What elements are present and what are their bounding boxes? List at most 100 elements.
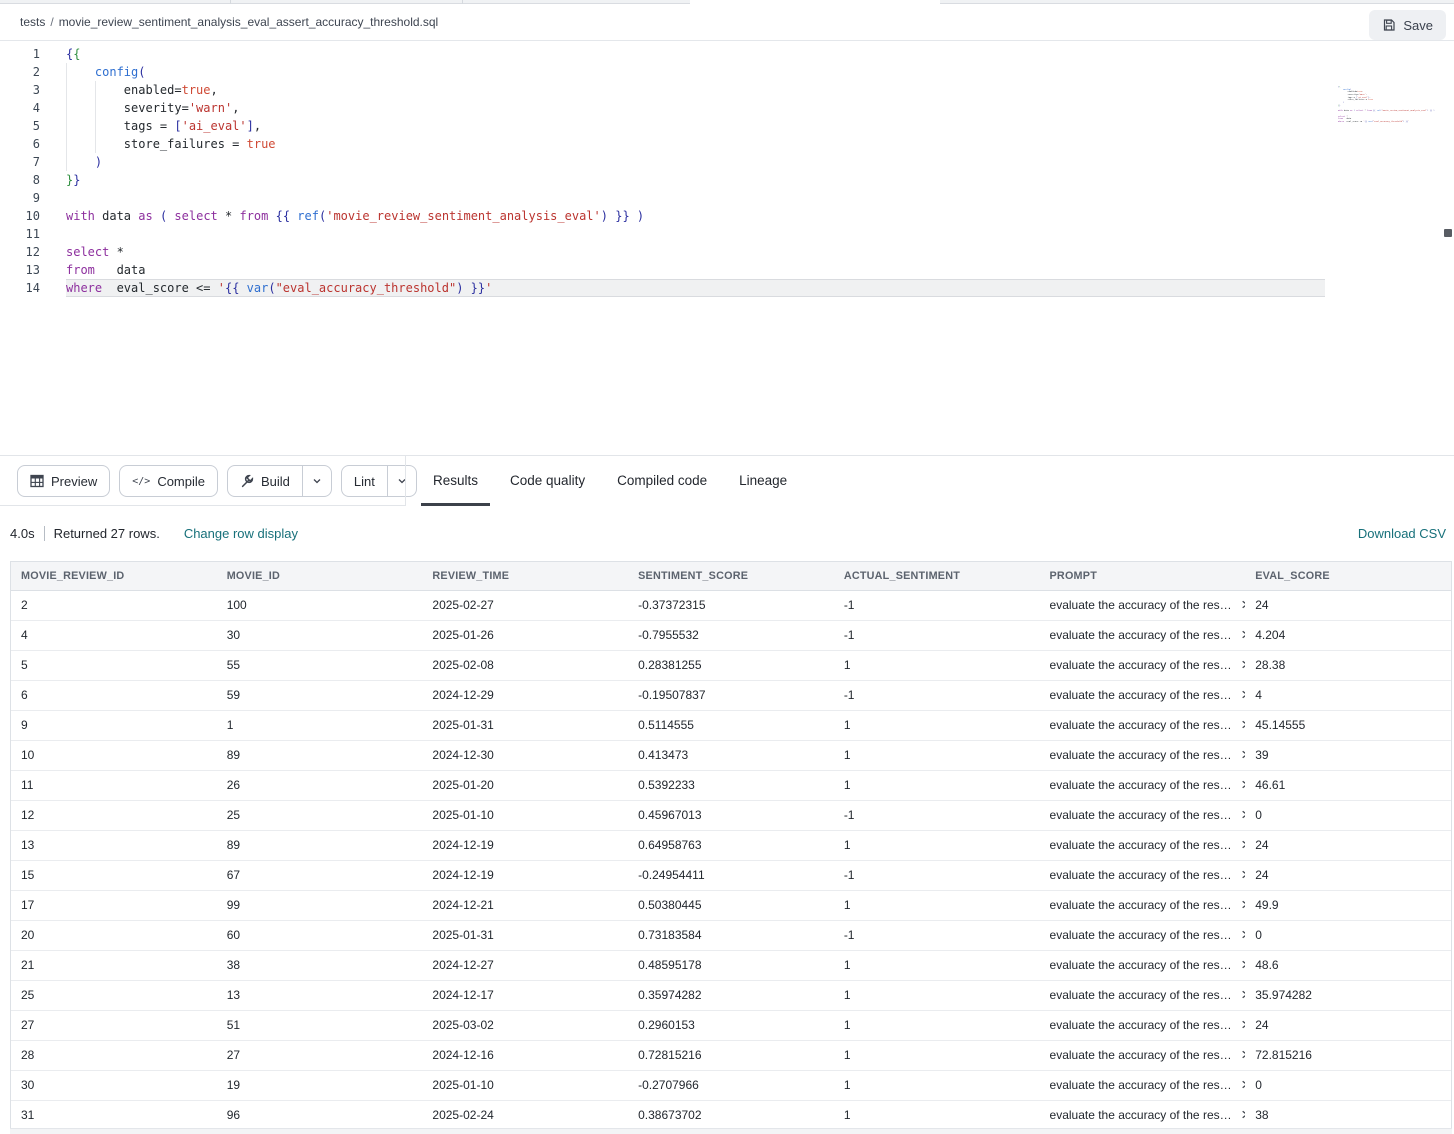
download-csv-link[interactable]: Download CSV (1358, 506, 1446, 561)
cell: 5 (11, 650, 217, 680)
expand-cell-icon[interactable] (1239, 1079, 1246, 1090)
code-line[interactable]: 11 (0, 225, 1325, 243)
code-line[interactable]: 5 tags = ['ai_eval'], (0, 117, 1325, 135)
cell: 28 (11, 1040, 217, 1070)
cell: 30 (11, 1070, 217, 1100)
expand-cell-icon[interactable] (1239, 809, 1246, 820)
cell: 17 (11, 890, 217, 920)
editor-scrollbar-thumb[interactable] (1444, 229, 1452, 237)
build-dropdown-toggle[interactable] (302, 466, 331, 496)
prompt-text: evaluate the accuracy of the res… (1050, 778, 1232, 792)
code-line[interactable]: with data as ( select * from {{ ref('mov… (1336, 110, 1448, 113)
code-line[interactable]: 8}} (0, 171, 1325, 189)
code-line[interactable]: 10with data as ( select * from {{ ref('m… (0, 207, 1325, 225)
expand-cell-icon[interactable] (1239, 779, 1246, 790)
prompt-text: evaluate the accuracy of the res… (1050, 1018, 1232, 1032)
code-icon: </> (132, 476, 150, 487)
expand-cell-icon[interactable] (1239, 959, 1246, 970)
tab-results[interactable]: Results (421, 456, 490, 506)
code-line[interactable]: 4 severity='warn', (0, 99, 1325, 117)
lint-button-label: Lint (354, 474, 375, 489)
cell: -0.37372315 (628, 590, 834, 620)
build-button-label: Build (261, 474, 290, 489)
save-button[interactable]: Save (1369, 10, 1446, 40)
cell: 1 (834, 710, 1040, 740)
tab-code-quality[interactable]: Code quality (498, 456, 597, 506)
tab-lineage[interactable]: Lineage (727, 456, 799, 506)
results-status-bar: 4.0s Returned 27 rows. Change row displa… (0, 506, 1454, 561)
expand-cell-icon[interactable] (1239, 629, 1246, 640)
code-text: with data as ( select * from {{ ref('mov… (66, 207, 644, 225)
expand-cell-icon[interactable] (1239, 899, 1246, 910)
results-tabs: Results Code quality Compiled code Linea… (406, 456, 799, 506)
prompt-cell: evaluate the accuracy of the res… (1040, 800, 1246, 830)
table-row: 30192025-01-10-0.27079661evaluate the ac… (11, 1070, 1451, 1100)
cell: 0.28381255 (628, 650, 834, 680)
code-line[interactable]: 14where eval_score <= '{{ var("eval_accu… (0, 279, 1325, 297)
code-line[interactable]: 9 (0, 189, 1325, 207)
cell: 26 (217, 770, 423, 800)
cell: 100 (217, 590, 423, 620)
expand-cell-icon[interactable] (1239, 659, 1246, 670)
cell: 2025-01-31 (422, 920, 628, 950)
cell: 1 (834, 770, 1040, 800)
preview-button[interactable]: Preview (17, 465, 110, 497)
cell: 1 (834, 650, 1040, 680)
tab-compiled-code[interactable]: Compiled code (605, 456, 719, 506)
prompt-text: evaluate the accuracy of the res… (1050, 808, 1232, 822)
cell: 0.35974282 (628, 980, 834, 1010)
code-text: config( (66, 63, 146, 81)
line-number: 7 (0, 153, 40, 171)
code-editor[interactable]: 1 {{2 config(3 enabled=true,4 severity='w… (0, 42, 1454, 455)
expand-cell-icon[interactable] (1239, 1019, 1246, 1030)
breadcrumb-folder[interactable]: tests (20, 15, 45, 29)
expand-cell-icon[interactable] (1239, 719, 1246, 730)
column-header: MOVIE_ID (217, 562, 423, 590)
cell: 1 (834, 830, 1040, 860)
code-line[interactable]: 7 ) (0, 153, 1325, 171)
compile-button[interactable]: </> Compile (119, 465, 218, 497)
cell: 1 (834, 740, 1040, 770)
cell: 0.72815216 (628, 1040, 834, 1070)
code-text: {{ (66, 45, 80, 63)
code-line[interactable]: where eval_score <= '{{ var("eval_accura… (1336, 121, 1448, 124)
expand-cell-icon[interactable] (1239, 1049, 1246, 1060)
table-icon (30, 474, 44, 488)
expand-cell-icon[interactable] (1239, 689, 1246, 700)
code-line[interactable]: 13from data (0, 261, 1325, 279)
code-line[interactable]: 12select * (0, 243, 1325, 261)
preview-button-label: Preview (51, 474, 97, 489)
code-line[interactable]: 1 {{ (0, 45, 1325, 63)
code-line[interactable]: 6 store_failures = true (0, 135, 1325, 153)
cell: -1 (834, 620, 1040, 650)
cell: 2025-01-31 (422, 710, 628, 740)
expand-cell-icon[interactable] (1239, 599, 1246, 610)
cell: 0.38673702 (628, 1100, 834, 1128)
code-text: }} (1338, 105, 1340, 108)
cell: -0.19507837 (628, 680, 834, 710)
change-row-display-link[interactable]: Change row display (184, 526, 298, 541)
cell: 38 (1245, 1100, 1451, 1128)
expand-cell-icon[interactable] (1239, 839, 1246, 850)
build-button[interactable]: Build (227, 465, 332, 497)
expand-cell-icon[interactable] (1239, 1109, 1246, 1120)
line-number: 1 (0, 45, 40, 63)
code-editor-lines[interactable]: 1 {{2 config(3 enabled=true,4 severity='w… (0, 45, 1325, 297)
expand-cell-icon[interactable] (1239, 929, 1246, 940)
code-line[interactable]: 3 enabled=true, (0, 81, 1325, 99)
minimap[interactable]: {{ config( enabled=true, severity='warn'… (1336, 86, 1448, 256)
cell: -1 (834, 920, 1040, 950)
results-horizontal-scrollbar[interactable] (10, 1128, 1452, 1134)
results-table: MOVIE_REVIEW_IDMOVIE_IDREVIEW_TIMESENTIM… (11, 562, 1451, 1128)
cell: 1 (834, 890, 1040, 920)
table-row: 21002025-02-27-0.37372315-1evaluate the … (11, 590, 1451, 620)
expand-cell-icon[interactable] (1239, 749, 1246, 760)
expand-cell-icon[interactable] (1239, 989, 1246, 1000)
code-line[interactable]: 2 config( (0, 63, 1325, 81)
cell: 0.413473 (628, 740, 834, 770)
line-number: 6 (0, 135, 40, 153)
cell: 0 (1245, 920, 1451, 950)
cell: 20 (11, 920, 217, 950)
column-header: PROMPT (1040, 562, 1246, 590)
expand-cell-icon[interactable] (1239, 869, 1246, 880)
